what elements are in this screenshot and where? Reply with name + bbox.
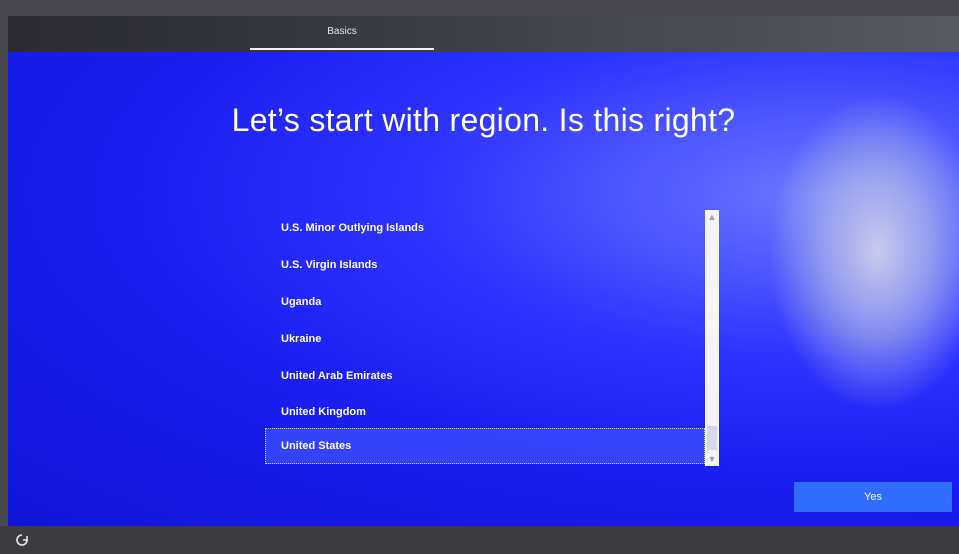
region-list[interactable]: U.S. Minor Outlying Islands U.S. Virgin … <box>265 210 729 466</box>
tab-basics-label: Basics <box>327 26 357 37</box>
top-bar: Basics <box>8 16 959 52</box>
yes-button[interactable]: Yes <box>794 482 952 512</box>
tab-basics: Basics <box>250 16 434 52</box>
list-item-us-virgin-islands[interactable]: U.S. Virgin Islands <box>265 247 705 283</box>
bottom-bar <box>0 526 959 554</box>
setup-screen: Basics Let’s start with region. Is this … <box>0 0 959 554</box>
list-item-uganda[interactable]: Uganda <box>265 284 705 320</box>
list-item-united-states[interactable]: United States <box>265 428 705 464</box>
list-item-ukraine[interactable]: Ukraine <box>265 321 705 357</box>
list-item-united-arab-emirates[interactable]: United Arab Emirates <box>265 358 705 394</box>
tab-active-indicator <box>250 48 434 50</box>
list-item-united-kingdom[interactable]: United Kingdom <box>265 394 705 430</box>
oobe-panel: Let’s start with region. Is this right? … <box>8 52 959 526</box>
chevron-up-icon[interactable]: ▲ <box>705 210 719 224</box>
page-title: Let’s start with region. Is this right? <box>231 102 736 138</box>
screen-glare <box>768 92 959 412</box>
list-item-us-minor-outlying-islands[interactable]: U.S. Minor Outlying Islands <box>265 210 705 246</box>
list-scrollbar[interactable]: ▲ ▼ <box>705 210 719 466</box>
scroll-thumb[interactable] <box>707 426 717 450</box>
chevron-down-icon[interactable]: ▼ <box>705 452 719 466</box>
ease-of-access-icon[interactable] <box>14 532 30 548</box>
